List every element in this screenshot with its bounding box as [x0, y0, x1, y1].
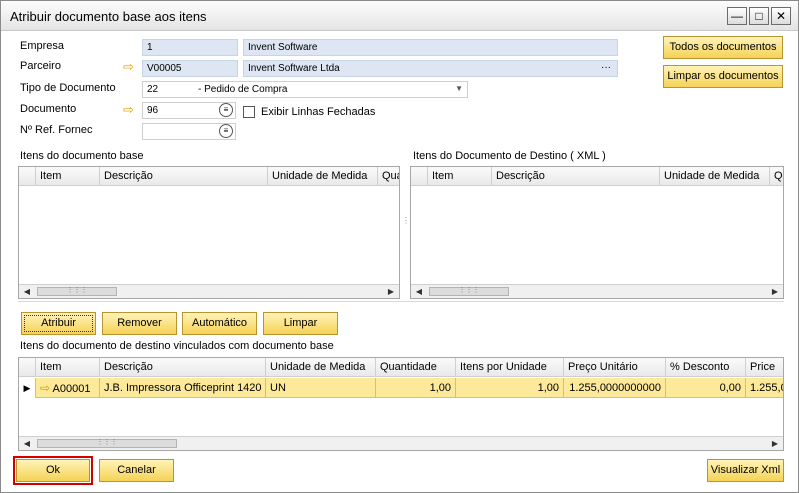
column-header[interactable]: Quantidade: [769, 167, 783, 186]
todos-documentos-button[interactable]: Todos os documentos: [663, 36, 783, 59]
column-header[interactable]: Preço Unitário: [563, 358, 665, 377]
column-header[interactable]: Quantidade: [375, 358, 455, 377]
automatico-button[interactable]: Automático: [182, 312, 257, 335]
column-header[interactable]: Descrição: [99, 358, 265, 377]
table-cell[interactable]: ⇨ A00001: [35, 378, 99, 398]
splitter-grip-icon: ⋮: [402, 216, 410, 225]
table-cell[interactable]: 0,00: [665, 378, 745, 398]
documento-label: Documento: [20, 103, 77, 115]
scroll-left-icon[interactable]: ◀: [21, 437, 33, 450]
link-arrow-icon[interactable]: ⇨: [40, 381, 50, 395]
scroll-right-icon[interactable]: ▶: [769, 285, 781, 298]
linked-grid-header: Item Descrição Unidade de Medida Quantid…: [19, 358, 783, 377]
vertical-splitter[interactable]: ⋮: [402, 146, 410, 301]
dest-grid-title: Itens do Documento de Destino ( XML ): [413, 150, 606, 162]
parceiro-name-field[interactable]: Invent Software Ltda ···: [243, 60, 618, 77]
row-selector-header: [19, 167, 35, 186]
table-cell[interactable]: 1.255,0: [745, 378, 783, 398]
dest-grid-header: Item Descrição Unidade de Medida Quantid…: [411, 167, 783, 186]
list-choose-icon[interactable]: ≡: [219, 124, 233, 138]
tipo-documento-select[interactable]: 22 - Pedido de Compra ▼: [142, 81, 468, 98]
more-options-icon[interactable]: ···: [601, 62, 611, 73]
column-header[interactable]: Unidade de Medida: [267, 167, 377, 186]
limpar-button[interactable]: Limpar: [263, 312, 338, 335]
empresa-label: Empresa: [20, 40, 65, 52]
atribuir-button[interactable]: Atribuir: [21, 312, 96, 335]
scroll-right-icon[interactable]: ▶: [385, 285, 397, 298]
item-code: A00001: [52, 383, 91, 395]
close-icon: ✕: [775, 9, 787, 23]
maximize-button[interactable]: □: [749, 7, 769, 25]
exibir-linhas-label: Exibir Linhas Fechadas: [261, 106, 376, 118]
title-bar[interactable]: Atribuir documento base aos itens — □ ✕: [1, 1, 798, 31]
column-header[interactable]: Quantidade: [377, 167, 399, 186]
table-cell[interactable]: UN: [265, 378, 375, 398]
ref-fornec-label: Nº Ref. Fornec: [20, 124, 93, 136]
link-arrow-icon[interactable]: ⇨: [123, 60, 137, 73]
row-selector-icon[interactable]: ▶: [19, 378, 35, 398]
base-grid-title: Itens do documento base: [20, 150, 144, 162]
horizontal-scrollbar[interactable]: ◀ ⋮⋮⋮ ▶: [19, 284, 399, 298]
close-button[interactable]: ✕: [771, 7, 791, 25]
tipo-documento-label: Tipo de Documento: [20, 82, 116, 94]
column-header[interactable]: Descrição: [99, 167, 267, 186]
maximize-icon: □: [755, 9, 763, 23]
table-row[interactable]: ▶ ⇨ A00001 J.B. Impressora Officeprint 1…: [19, 378, 783, 398]
table-cell[interactable]: 1.255,0000000000: [563, 378, 665, 398]
visualizar-xml-button[interactable]: Visualizar Xml: [707, 459, 784, 482]
row-selector-header: [411, 167, 427, 186]
column-header[interactable]: Item: [35, 358, 99, 377]
ok-button[interactable]: Ok: [16, 459, 90, 482]
window-title: Atribuir documento base aos itens: [10, 9, 207, 24]
minimize-button[interactable]: —: [727, 7, 747, 25]
list-choose-icon[interactable]: ≡: [219, 103, 233, 117]
parceiro-name-text: Invent Software Ltda: [248, 63, 340, 74]
dest-items-grid[interactable]: Item Descrição Unidade de Medida Quantid…: [410, 166, 784, 299]
table-cell[interactable]: 1,00: [455, 378, 563, 398]
scroll-left-icon[interactable]: ◀: [413, 285, 425, 298]
scroll-thumb[interactable]: ⋮⋮⋮: [429, 287, 509, 296]
column-header[interactable]: Unidade de Medida: [265, 358, 375, 377]
tipo-documento-desc: - Pedido de Compra: [198, 84, 288, 95]
link-arrow-icon[interactable]: ⇨: [123, 103, 137, 116]
parceiro-code-field[interactable]: V00005: [142, 60, 238, 77]
linked-grid-title: Itens do documento de destino vinculados…: [20, 340, 334, 352]
limpar-documentos-button[interactable]: Limpar os documentos: [663, 65, 783, 88]
exibir-linhas-checkbox[interactable]: [243, 106, 255, 118]
row-selector-header: [19, 358, 35, 377]
scroll-thumb[interactable]: ⋮⋮⋮: [37, 287, 117, 296]
horizontal-scrollbar[interactable]: ◀ ⋮⋮⋮ ▶: [19, 436, 783, 450]
base-items-grid[interactable]: Item Descrição Unidade de Medida Quantid…: [18, 166, 400, 299]
tipo-documento-value: 22: [147, 84, 159, 95]
column-header[interactable]: Itens por Unidade: [455, 358, 563, 377]
cancelar-button[interactable]: Canelar: [99, 459, 174, 482]
horizontal-splitter[interactable]: [18, 301, 784, 306]
column-header[interactable]: Descrição: [491, 167, 659, 186]
empresa-code-field[interactable]: 1: [142, 39, 238, 56]
scroll-right-icon[interactable]: ▶: [769, 437, 781, 450]
column-header[interactable]: % Desconto: [665, 358, 745, 377]
column-header[interactable]: Unidade de Medida: [659, 167, 769, 186]
table-cell[interactable]: J.B. Impressora Officeprint 1420: [99, 378, 265, 398]
column-header[interactable]: Item: [35, 167, 99, 186]
scroll-thumb[interactable]: ⋮⋮⋮: [37, 439, 177, 448]
column-header[interactable]: Item: [427, 167, 491, 186]
horizontal-scrollbar[interactable]: ◀ ⋮⋮⋮ ▶: [411, 284, 783, 298]
chevron-down-icon[interactable]: ▼: [455, 83, 463, 94]
base-grid-header: Item Descrição Unidade de Medida Quantid…: [19, 167, 399, 186]
minimize-icon: —: [731, 9, 743, 23]
scroll-left-icon[interactable]: ◀: [21, 285, 33, 298]
column-header[interactable]: Price: [745, 358, 783, 377]
table-cell[interactable]: 1,00: [375, 378, 455, 398]
dialog-window: Atribuir documento base aos itens — □ ✕ …: [0, 0, 799, 493]
linked-items-grid[interactable]: Item Descrição Unidade de Medida Quantid…: [18, 357, 784, 451]
empresa-name-field[interactable]: Invent Software: [243, 39, 618, 56]
parceiro-label: Parceiro: [20, 60, 61, 72]
remover-button[interactable]: Remover: [102, 312, 177, 335]
